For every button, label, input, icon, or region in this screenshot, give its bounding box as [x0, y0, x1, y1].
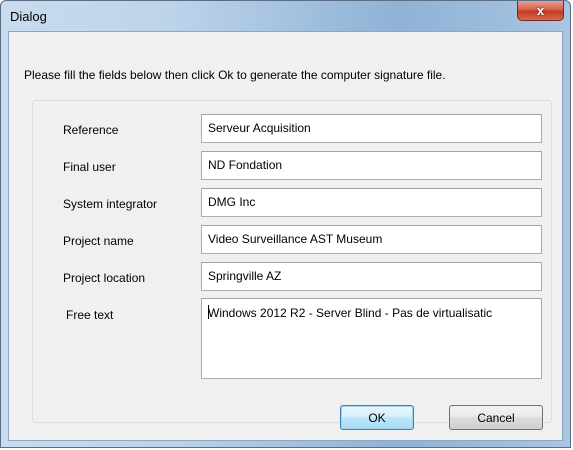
- final-user-label: Final user: [63, 160, 116, 174]
- dialog-window: Dialog x Please fill the fields below th…: [0, 0, 571, 448]
- reference-field[interactable]: Serveur Acquisition: [201, 114, 542, 143]
- title-bar[interactable]: Dialog x: [1, 1, 570, 31]
- system-integrator-field[interactable]: DMG Inc: [201, 188, 542, 217]
- system-integrator-label: System integrator: [63, 197, 158, 211]
- free-text-field[interactable]: Windows 2012 R2 - Server Blind - Pas de …: [201, 298, 542, 379]
- system-integrator-value: DMG Inc: [208, 195, 256, 209]
- dialog-body: Please fill the fields below then click …: [8, 31, 563, 441]
- reference-label: Reference: [63, 123, 119, 137]
- project-location-value: Springville AZ: [208, 269, 282, 283]
- project-name-field[interactable]: Video Surveillance AST Museum: [201, 225, 542, 254]
- window-title: Dialog: [10, 9, 47, 24]
- cancel-button[interactable]: Cancel: [449, 405, 543, 430]
- project-location-field[interactable]: Springville AZ: [201, 262, 542, 291]
- close-button[interactable]: x: [517, 1, 564, 21]
- project-name-value: Video Surveillance AST Museum: [208, 232, 383, 246]
- form-panel: Reference Serveur Acquisition Final user…: [32, 100, 552, 423]
- final-user-value: ND Fondation: [208, 158, 283, 172]
- close-icon: x: [536, 3, 545, 18]
- ok-button[interactable]: OK: [340, 405, 414, 430]
- instructions-text: Please fill the fields below then click …: [24, 68, 446, 82]
- final-user-field[interactable]: ND Fondation: [201, 151, 542, 180]
- project-name-label: Project name: [63, 234, 134, 248]
- free-text-value: Windows 2012 R2 - Server Blind - Pas de …: [208, 306, 493, 320]
- project-location-label: Project location: [63, 271, 146, 285]
- free-text-label: Free text: [66, 308, 114, 322]
- reference-value: Serveur Acquisition: [208, 121, 311, 135]
